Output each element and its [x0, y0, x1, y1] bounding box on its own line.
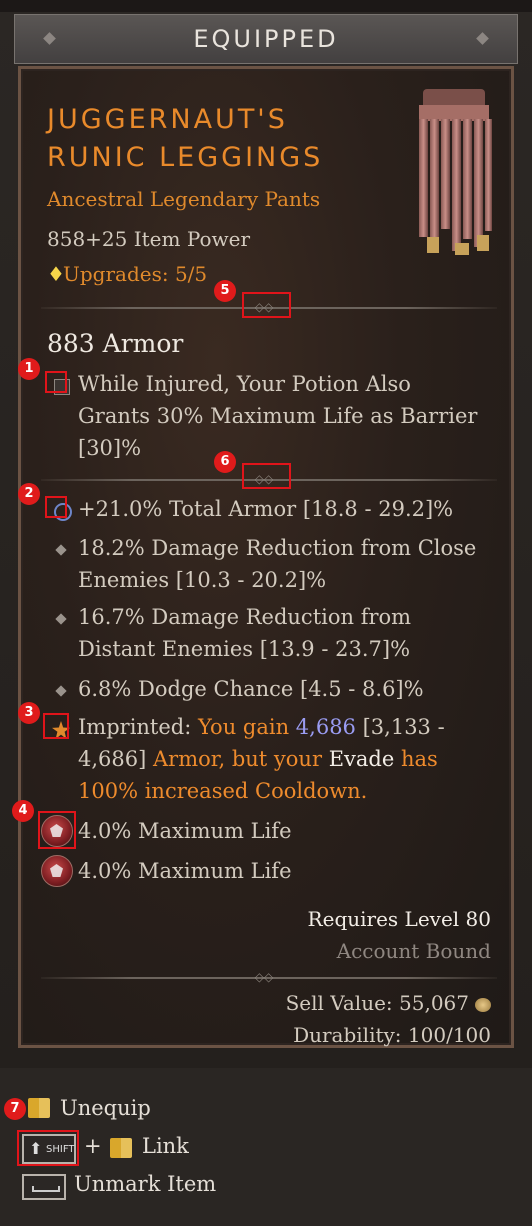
- account-bound: Account Bound: [336, 939, 491, 963]
- item-type: Ancestral Legendary Pants: [47, 187, 321, 211]
- durability: Durability: 100/100: [293, 1023, 491, 1047]
- armor-value: 883 Armor: [47, 329, 184, 358]
- annotation-marker-5: 5: [214, 280, 236, 302]
- affix-4: 6.8% Dodge Chance [4.5 - 8.6]%: [78, 677, 424, 701]
- socket-2: 4.0% Maximum Life: [78, 859, 292, 883]
- annotation-box-1: [45, 371, 67, 393]
- plus-sign: +: [84, 1134, 102, 1158]
- upgrade-diamond-icon: ♦: [47, 262, 65, 286]
- annotation-box-6: [242, 463, 291, 489]
- annotation-marker-6: 6: [214, 451, 236, 473]
- equipped-header: EQUIPPED: [14, 14, 518, 64]
- top-strip: [0, 0, 532, 12]
- gold-coin-icon: [475, 997, 491, 1012]
- divider-ornament-3-icon: ◇◇: [254, 970, 274, 984]
- inventory-book-icon: [28, 1098, 50, 1118]
- annotation-box-4: [38, 811, 76, 849]
- header-title: EQUIPPED: [193, 25, 339, 53]
- unequip-action[interactable]: Unequip: [60, 1096, 151, 1120]
- affix-1: +21.0% Total Armor [18.8 - 29.2]%: [78, 497, 454, 521]
- annotation-marker-1: 1: [18, 358, 40, 380]
- affix-2: 18.2% Damage Reduction from Close Enemie…: [78, 536, 477, 592]
- annotation-box-5: [242, 292, 291, 318]
- ruby-gem-icon: [41, 855, 73, 887]
- imprinted-label: Imprinted:: [78, 715, 192, 739]
- sell-label: Sell Value:: [285, 991, 393, 1015]
- imprinted-text-1: You gain: [198, 715, 290, 739]
- item-name: Juggernaut's Runic Leggings: [47, 104, 324, 173]
- socket-1: 4.0% Maximum Life: [78, 819, 292, 843]
- imprinted-value: 4,686: [295, 715, 356, 739]
- sell-value: Sell Value: 55,067: [286, 991, 491, 1015]
- annotation-box-7: [17, 1130, 79, 1166]
- affix-bullet-icon: [55, 613, 67, 625]
- annotation-marker-2: 2: [18, 483, 40, 505]
- required-level: Requires Level 80: [307, 907, 491, 931]
- implicit-affix: While Injured, Your Potion Also Grants 3…: [78, 372, 478, 460]
- item-power: 858+25 Item Power: [47, 227, 251, 251]
- durability-label: Durability:: [293, 1023, 402, 1047]
- upgrades-text: ♦Upgrades: 5/5: [47, 262, 207, 286]
- annotation-box-2: [45, 496, 67, 518]
- durability-amount: 100/100: [407, 1023, 491, 1047]
- action-bar: Unequip ⬆ SHIFT + Link Unmark Item: [0, 1068, 532, 1226]
- annotation-marker-3: 3: [18, 702, 40, 724]
- link-action[interactable]: Link: [142, 1134, 189, 1158]
- affix-bullet-icon: [55, 685, 67, 697]
- sell-amount: 55,067: [399, 991, 469, 1015]
- annotation-box-3: [43, 713, 69, 739]
- affix-3: 16.7% Damage Reduction from Distant Enem…: [78, 605, 412, 661]
- link-book-icon: [110, 1138, 132, 1158]
- imprinted-skill: Evade: [328, 747, 395, 771]
- spacebar-key-icon: [22, 1174, 66, 1200]
- item-card: Juggernaut's Runic Leggings Ancestral Le…: [18, 66, 514, 1048]
- annotation-marker-7: 7: [4, 1098, 26, 1120]
- imprinted-text-2: Armor, but your: [153, 747, 322, 771]
- tooltip-frame: EQUIPPED JUGGERNAUT'S RUNIC LEGGINGS Anc…: [0, 0, 532, 1226]
- imprinted-aspect: Imprinted: You gain 4,686 [3,133 - 4,686…: [78, 711, 488, 807]
- affix-bullet-icon: [55, 544, 67, 556]
- upgrades-label: Upgrades: 5/5: [63, 262, 208, 286]
- pants-item-icon: [419, 89, 492, 255]
- unmark-item-action[interactable]: Unmark Item: [74, 1172, 216, 1196]
- annotation-marker-4: 4: [12, 800, 34, 822]
